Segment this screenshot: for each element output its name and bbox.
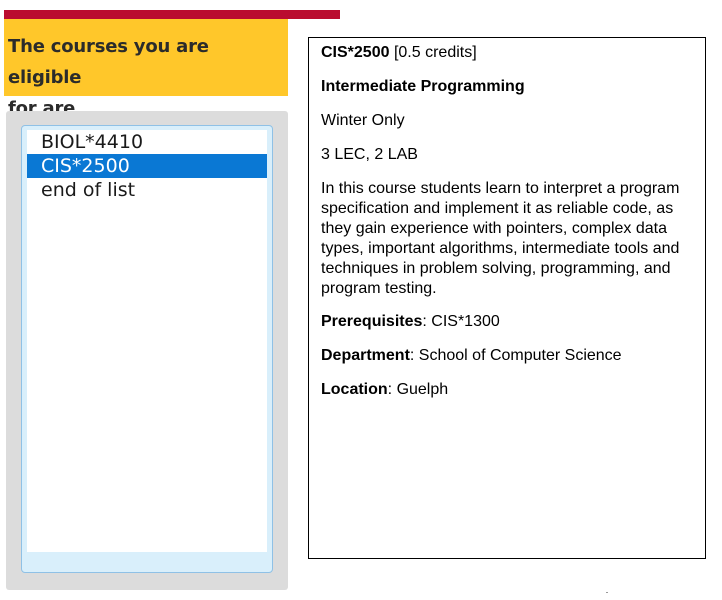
location-row: Location: Guelph [321,381,449,398]
department-label: Department [321,347,410,364]
heading-banner: The courses you are eligible for are [4,19,288,119]
heading-line-1: The courses you are eligible [8,36,209,88]
location-value: Guelph [396,381,449,398]
prerequisites-label: Prerequisites [321,313,423,330]
page: The courses you are eligible for are BIOL… [0,0,722,600]
list-item-biol4410[interactable]: BIOL*4410 [27,130,267,154]
course-title: Intermediate Programming [321,78,525,95]
accent-bar [4,10,340,19]
prerequisites-row: Prerequisites: CIS*1300 [321,313,500,330]
stray-mark [606,592,608,593]
course-detail-panel: CIS*2500 [0.5 credits] Intermediate Prog… [308,37,706,559]
list-item-end-of-list[interactable]: end of list [27,178,267,202]
course-code: CIS*2500 [321,44,390,61]
location-label: Location [321,381,388,398]
prerequisites-value: CIS*1300 [431,313,500,330]
course-description: In this course students learn to interpr… [321,180,680,297]
course-credits: [0.5 credits] [393,44,477,61]
course-format: 3 LEC, 2 LAB [321,146,418,163]
course-header: CIS*2500 [0.5 credits] [321,43,693,63]
course-title-row: Intermediate Programming [321,77,693,97]
course-listbox-content: BIOL*4410 CIS*2500 end of list [27,130,267,552]
course-offering: Winter Only [321,112,405,129]
course-list-frame: BIOL*4410 CIS*2500 end of list [6,111,288,590]
department-value: School of Computer Science [418,347,622,364]
course-listbox[interactable]: BIOL*4410 CIS*2500 end of list [21,125,273,573]
department-row: Department: School of Computer Science [321,347,622,364]
list-item-cis2500[interactable]: CIS*2500 [27,154,267,178]
